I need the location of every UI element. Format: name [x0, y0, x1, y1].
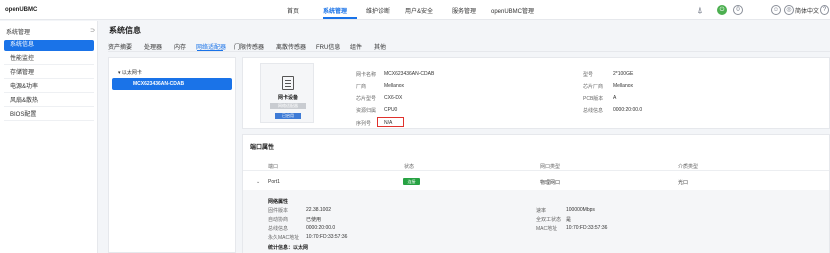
tab-fru-info[interactable]: FRU信息 — [316, 42, 340, 51]
top-bar: openUBMC 首页 系统管理 维护诊断 用户&安全 服务管理 openUBM… — [0, 0, 830, 20]
status-badge: 连接 — [403, 178, 420, 185]
field-value-chip-vendor: Mellanox — [613, 83, 634, 89]
nav-home[interactable]: 首页 — [287, 6, 299, 15]
tab-memory[interactable]: 内存 — [174, 42, 186, 51]
tab-divider — [108, 51, 830, 52]
field-label-pcb: PCB版本 — [583, 96, 604, 102]
sidebar-item-storage[interactable]: 存储管理 — [4, 68, 94, 79]
tab-threshold-sensor[interactable]: 门限传感器 — [234, 42, 264, 51]
field-label-resource-owner: 资源归属 — [356, 108, 377, 114]
detail-value-bus: 0000:20:00.0 — [306, 225, 336, 231]
sidebar-item-system-info[interactable]: 系统信息 — [4, 40, 94, 51]
field-label-vendor: 厂商 — [356, 84, 367, 90]
device-type-tag: 网络适配器 — [270, 103, 306, 109]
cell-port-type: 物理网口 — [540, 180, 561, 186]
cpu-icon[interactable]: ⍋ — [695, 5, 705, 15]
sidebar-item-power[interactable]: 电源&功率 — [4, 82, 94, 93]
collapse-sidebar-icon[interactable]: ⊃ — [90, 27, 95, 34]
detail-label-speed: 速率 — [536, 208, 547, 214]
network-props-title: 网络属性 — [268, 199, 289, 205]
nav-service-management[interactable]: 服务管理 — [452, 6, 476, 15]
user-icon[interactable]: ☺ — [771, 5, 781, 15]
field-label-model: 型号 — [583, 72, 594, 78]
stats-title: 统计信息：以太网 — [268, 245, 309, 251]
tab-processor[interactable]: 处理器 — [144, 42, 162, 51]
table-header-divider — [243, 170, 829, 171]
detail-label-firmware: 固件版本 — [268, 208, 289, 214]
col-header-status: 状态 — [404, 164, 415, 170]
power-status-icon[interactable]: ⏻ — [717, 5, 727, 15]
tree-root-ethernet[interactable]: ▾ 以太网卡 — [118, 69, 142, 76]
sidebar-item-performance[interactable]: 性能监控 — [4, 54, 94, 65]
detail-label-mac: MAC地址 — [536, 226, 558, 232]
field-value-bus-info: 0000:20:00.0 — [613, 107, 643, 113]
nav-system-management[interactable]: 系统管理 — [323, 6, 347, 15]
detail-value-mac: 10:70:FD:33:57:36 — [566, 225, 608, 231]
detail-value-firmware: 22.38.1002 — [306, 207, 332, 213]
detail-label-autoneg: 自动协商 — [268, 217, 289, 223]
detail-value-speed: 100000Mbps — [566, 207, 595, 213]
field-label-chip-vendor: 芯片厂商 — [583, 84, 604, 90]
field-value-serial: N/A — [384, 120, 393, 126]
cell-port[interactable]: Port1 — [268, 179, 280, 185]
field-value-chip-model: CX6-DX — [384, 95, 403, 101]
alert-count-icon[interactable]: 0 — [733, 5, 743, 15]
col-header-port: 端口 — [268, 164, 279, 170]
page-title: 系统信息 — [109, 26, 141, 35]
detail-value-duplex: 是 — [566, 217, 572, 223]
device-title: 网卡设备 — [277, 95, 298, 101]
field-label-serial: 序列号 — [356, 121, 372, 127]
field-value-name: MCX623436AN-CDAB — [384, 71, 435, 77]
detail-label-bus: 总线信息 — [268, 226, 289, 232]
field-value-vendor: Mellanox — [384, 83, 405, 89]
field-value-model: 2*100GE — [613, 71, 634, 77]
device-state-tag: 已启用 — [275, 113, 301, 119]
detail-label-perm-mac: 永久MAC地址 — [268, 235, 300, 241]
network-card-icon — [282, 76, 294, 90]
detail-value-autoneg: 已使用 — [306, 217, 322, 223]
detail-value-perm-mac: 10:70:FD:33:57:36 — [306, 234, 348, 240]
field-label-chip-model: 芯片型号 — [356, 96, 377, 102]
tab-other[interactable]: 其他 — [374, 42, 386, 51]
nav-active-indicator — [323, 17, 357, 19]
col-header-port-type: 网口类型 — [540, 164, 561, 170]
field-value-pcb: A — [613, 95, 617, 101]
left-sidebar: 系统管理 ⊃ 系统信息 性能监控 存储管理 电源&功率 风扇&散热 BIOS配置 — [0, 21, 98, 253]
device-summary-box: 网卡设备 网络适配器 已启用 — [260, 63, 314, 123]
tab-asset-summary[interactable]: 资产摘要 — [108, 42, 132, 51]
sidebar-item-bios[interactable]: BIOS配置 — [4, 110, 94, 121]
device-info-card: 网卡设备 网络适配器 已启用 — [242, 57, 830, 129]
field-value-resource-owner: CPU0 — [384, 107, 398, 113]
adapter-tree: ▾ 以太网卡 MCX623436AN-CDAB — [108, 57, 236, 253]
tab-discrete-sensor[interactable]: 离散传感器 — [276, 42, 306, 51]
port-section-title: 端口属性 — [250, 145, 275, 151]
field-label-bus-info: 总线信息 — [583, 108, 604, 114]
nav-user-security[interactable]: 用户&安全 — [405, 6, 433, 15]
sidebar-header: 系统管理 — [6, 30, 31, 36]
app-logo: openUBMC — [5, 7, 38, 13]
nav-openubmc-management[interactable]: openUBMC管理 — [491, 6, 534, 15]
language-globe-icon[interactable]: ◎ — [784, 5, 794, 15]
cell-media-type: 光口 — [678, 180, 689, 186]
tree-node-adapter[interactable]: MCX623436AN-CDAB — [112, 78, 232, 90]
tab-components[interactable]: 组件 — [350, 42, 362, 51]
expand-row-chevron-icon[interactable]: ⌄ — [256, 179, 260, 185]
nav-maintenance[interactable]: 维护诊断 — [366, 6, 390, 15]
language-selector[interactable]: 简体中文 — [795, 6, 819, 15]
sidebar-item-fan-cooling[interactable]: 风扇&散热 — [4, 96, 94, 107]
col-header-media-type: 介质类型 — [678, 164, 699, 170]
field-label-name: 网卡名称 — [356, 72, 377, 78]
detail-label-duplex: 全双工状态 — [536, 217, 562, 223]
help-icon[interactable]: ? — [820, 5, 829, 15]
